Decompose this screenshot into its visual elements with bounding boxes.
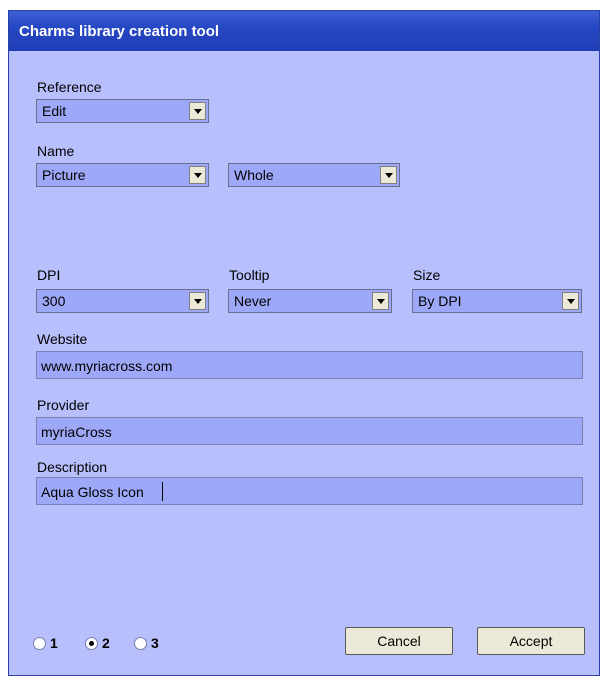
website-label: Website bbox=[37, 331, 88, 347]
name-label: Name bbox=[37, 143, 75, 159]
size-select[interactable]: By DPI bbox=[412, 289, 582, 313]
page-radio-1-label: 1 bbox=[50, 635, 58, 651]
chevron-down-icon[interactable] bbox=[189, 292, 206, 310]
reference-value: Edit bbox=[42, 103, 67, 119]
radio-icon[interactable] bbox=[33, 636, 46, 650]
website-value: www.myriacross.com bbox=[41, 358, 173, 374]
description-field[interactable]: Aqua Gloss Icon bbox=[36, 477, 583, 505]
name-type-select[interactable]: Picture bbox=[36, 163, 209, 187]
name-scope-value: Whole bbox=[234, 167, 274, 183]
window-title: Charms library creation tool bbox=[19, 22, 220, 40]
provider-label: Provider bbox=[37, 397, 90, 413]
size-label: Size bbox=[413, 267, 441, 283]
title-bar: Charms library creation tool bbox=[9, 11, 599, 51]
reference-select[interactable]: Edit bbox=[36, 99, 209, 123]
page-radio-3-label: 3 bbox=[151, 635, 159, 651]
dpi-value: 300 bbox=[42, 293, 66, 309]
reference-label: Reference bbox=[37, 79, 102, 95]
provider-field[interactable]: myriaCross bbox=[36, 417, 583, 445]
dialog-content: Reference Edit Name Picture Whole DPI 30… bbox=[9, 51, 599, 675]
tooltip-value: Never bbox=[234, 293, 272, 309]
website-field[interactable]: www.myriacross.com bbox=[36, 351, 583, 379]
tooltip-select[interactable]: Never bbox=[228, 289, 392, 313]
name-type-value: Picture bbox=[42, 167, 86, 183]
page-radio-2-label: 2 bbox=[102, 635, 110, 651]
dpi-label: DPI bbox=[37, 267, 61, 283]
page-radio-2[interactable]: 2 bbox=[85, 635, 110, 651]
page-radio-3[interactable]: 3 bbox=[134, 635, 159, 651]
chevron-down-icon[interactable] bbox=[562, 292, 579, 310]
radio-icon[interactable] bbox=[134, 636, 147, 650]
page-radio-1[interactable]: 1 bbox=[33, 635, 58, 651]
chevron-down-icon[interactable] bbox=[372, 292, 389, 310]
radio-selected-icon[interactable] bbox=[85, 636, 98, 650]
tooltip-label: Tooltip bbox=[229, 267, 270, 283]
provider-value: myriaCross bbox=[41, 424, 112, 440]
text-caret bbox=[162, 482, 163, 501]
name-scope-select[interactable]: Whole bbox=[228, 163, 400, 187]
chevron-down-icon[interactable] bbox=[189, 102, 206, 120]
description-value: Aqua Gloss Icon bbox=[41, 484, 144, 500]
description-label: Description bbox=[37, 459, 108, 475]
chevron-down-icon[interactable] bbox=[380, 166, 397, 184]
size-value: By DPI bbox=[418, 293, 462, 309]
dpi-select[interactable]: 300 bbox=[36, 289, 209, 313]
accept-button[interactable]: Accept bbox=[477, 627, 585, 655]
chevron-down-icon[interactable] bbox=[189, 166, 206, 184]
charms-dialog: Charms library creation tool Reference E… bbox=[8, 10, 600, 676]
cancel-button[interactable]: Cancel bbox=[345, 627, 453, 655]
